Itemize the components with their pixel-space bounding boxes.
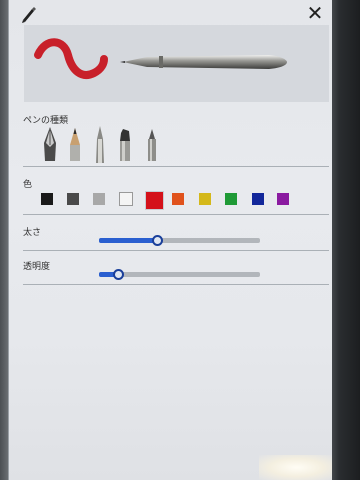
ballpoint-pen-icon [120, 55, 287, 69]
felt-tip-pen-icon [148, 129, 156, 161]
color-label: 色 [23, 180, 33, 190]
ballpoint-pen-type-icon [96, 126, 104, 163]
fountain-pen-icon [44, 127, 56, 161]
thickness-slider-handle[interactable] [152, 235, 163, 246]
thickness-label: 太さ [23, 228, 42, 238]
fountain-pen-option[interactable] [39, 125, 61, 165]
ballpoint-pen-option[interactable] [89, 125, 111, 165]
screen-glare [259, 455, 332, 480]
color-swatch[interactable] [67, 193, 79, 205]
thickness-slider[interactable] [99, 235, 260, 246]
divider [23, 250, 329, 251]
pencil-icon [70, 128, 80, 161]
opacity-label: 透明度 [23, 262, 51, 272]
felt-tip-pen-option[interactable] [141, 125, 163, 165]
color-swatch[interactable] [93, 193, 105, 205]
marker-option[interactable] [114, 125, 136, 165]
color-swatch[interactable] [225, 193, 237, 205]
color-swatch[interactable] [41, 193, 53, 205]
opacity-slider[interactable] [99, 269, 260, 280]
color-swatch[interactable] [119, 192, 133, 206]
close-button[interactable]: ✕ [303, 2, 327, 24]
divider [23, 214, 329, 215]
color-swatch[interactable] [277, 193, 289, 205]
divider [23, 166, 329, 167]
divider [23, 284, 329, 285]
thickness-slider-fill [99, 238, 157, 243]
device-bezel-left [0, 0, 8, 480]
opacity-slider-handle[interactable] [113, 269, 124, 280]
pen-preview [24, 25, 329, 102]
marker-icon [120, 129, 130, 161]
pencil-option[interactable] [64, 125, 86, 165]
color-swatch[interactable] [146, 192, 163, 209]
color-swatch[interactable] [199, 193, 211, 205]
color-swatch[interactable] [252, 193, 264, 205]
device-bezel-right [330, 0, 360, 480]
pen-nib-icon[interactable] [19, 4, 39, 24]
pen-settings-panel: ✕ ペンの種類 色 太さ 透明度 [8, 0, 332, 480]
color-swatch[interactable] [172, 193, 184, 205]
